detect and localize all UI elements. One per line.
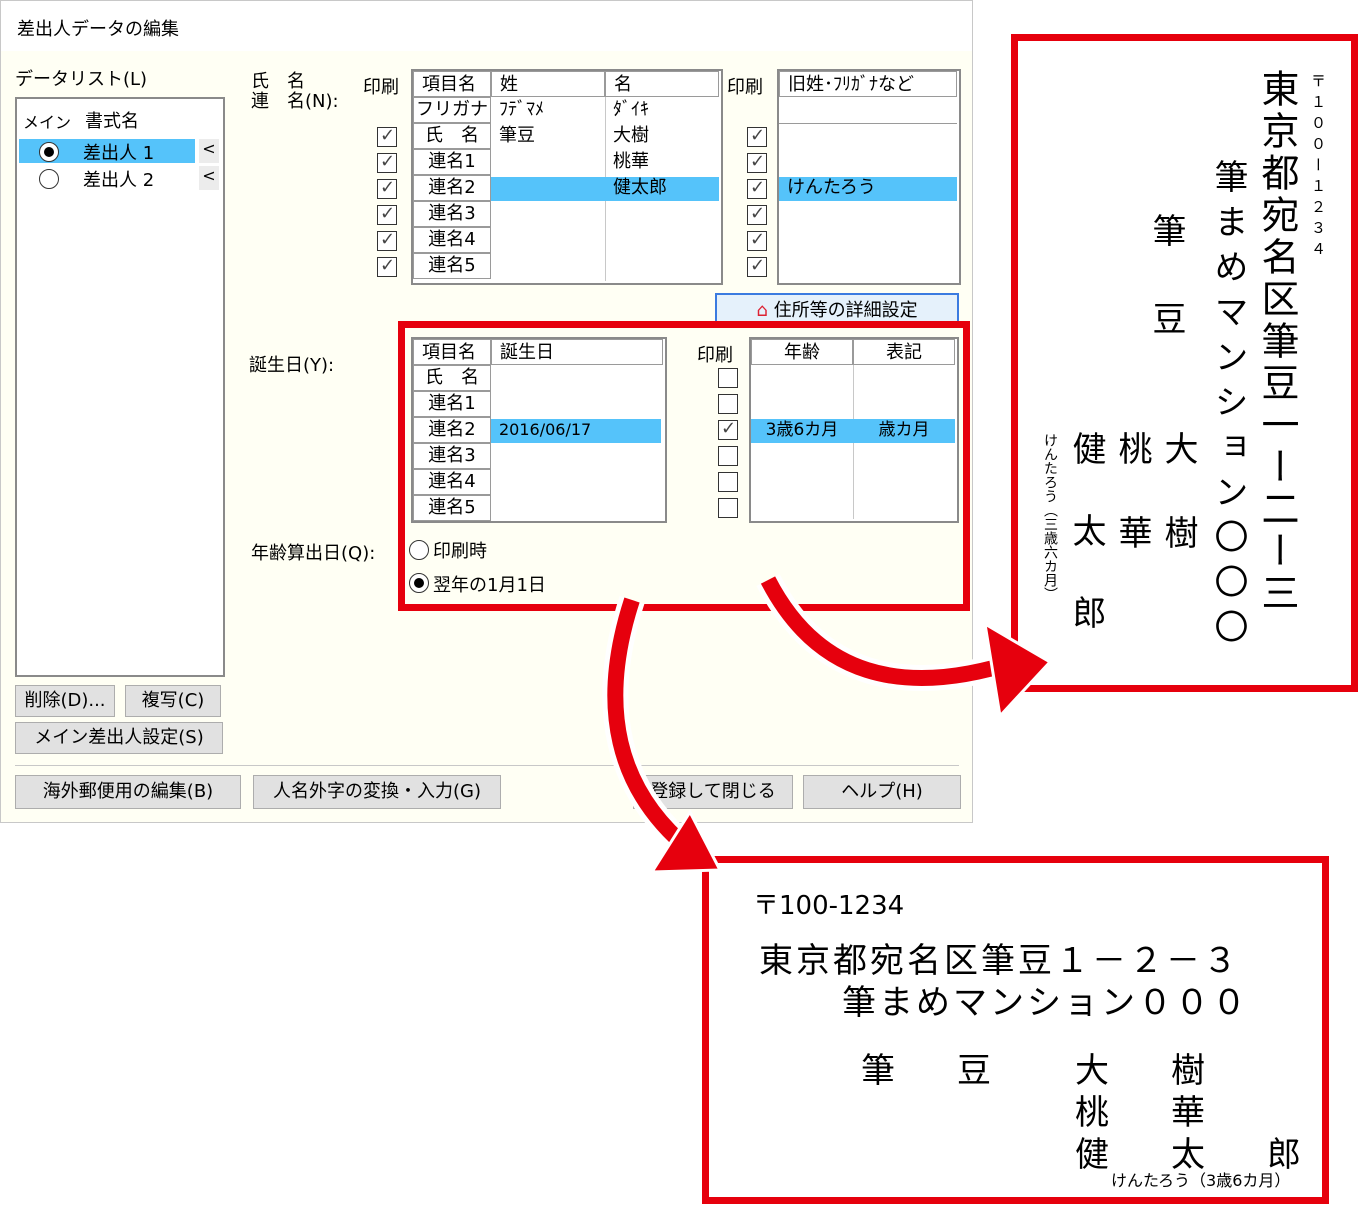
arrow-to-vertical-icon	[756, 573, 1053, 720]
arrow-to-horizontal-icon	[602, 595, 723, 874]
callout-arrows	[602, 573, 1053, 874]
